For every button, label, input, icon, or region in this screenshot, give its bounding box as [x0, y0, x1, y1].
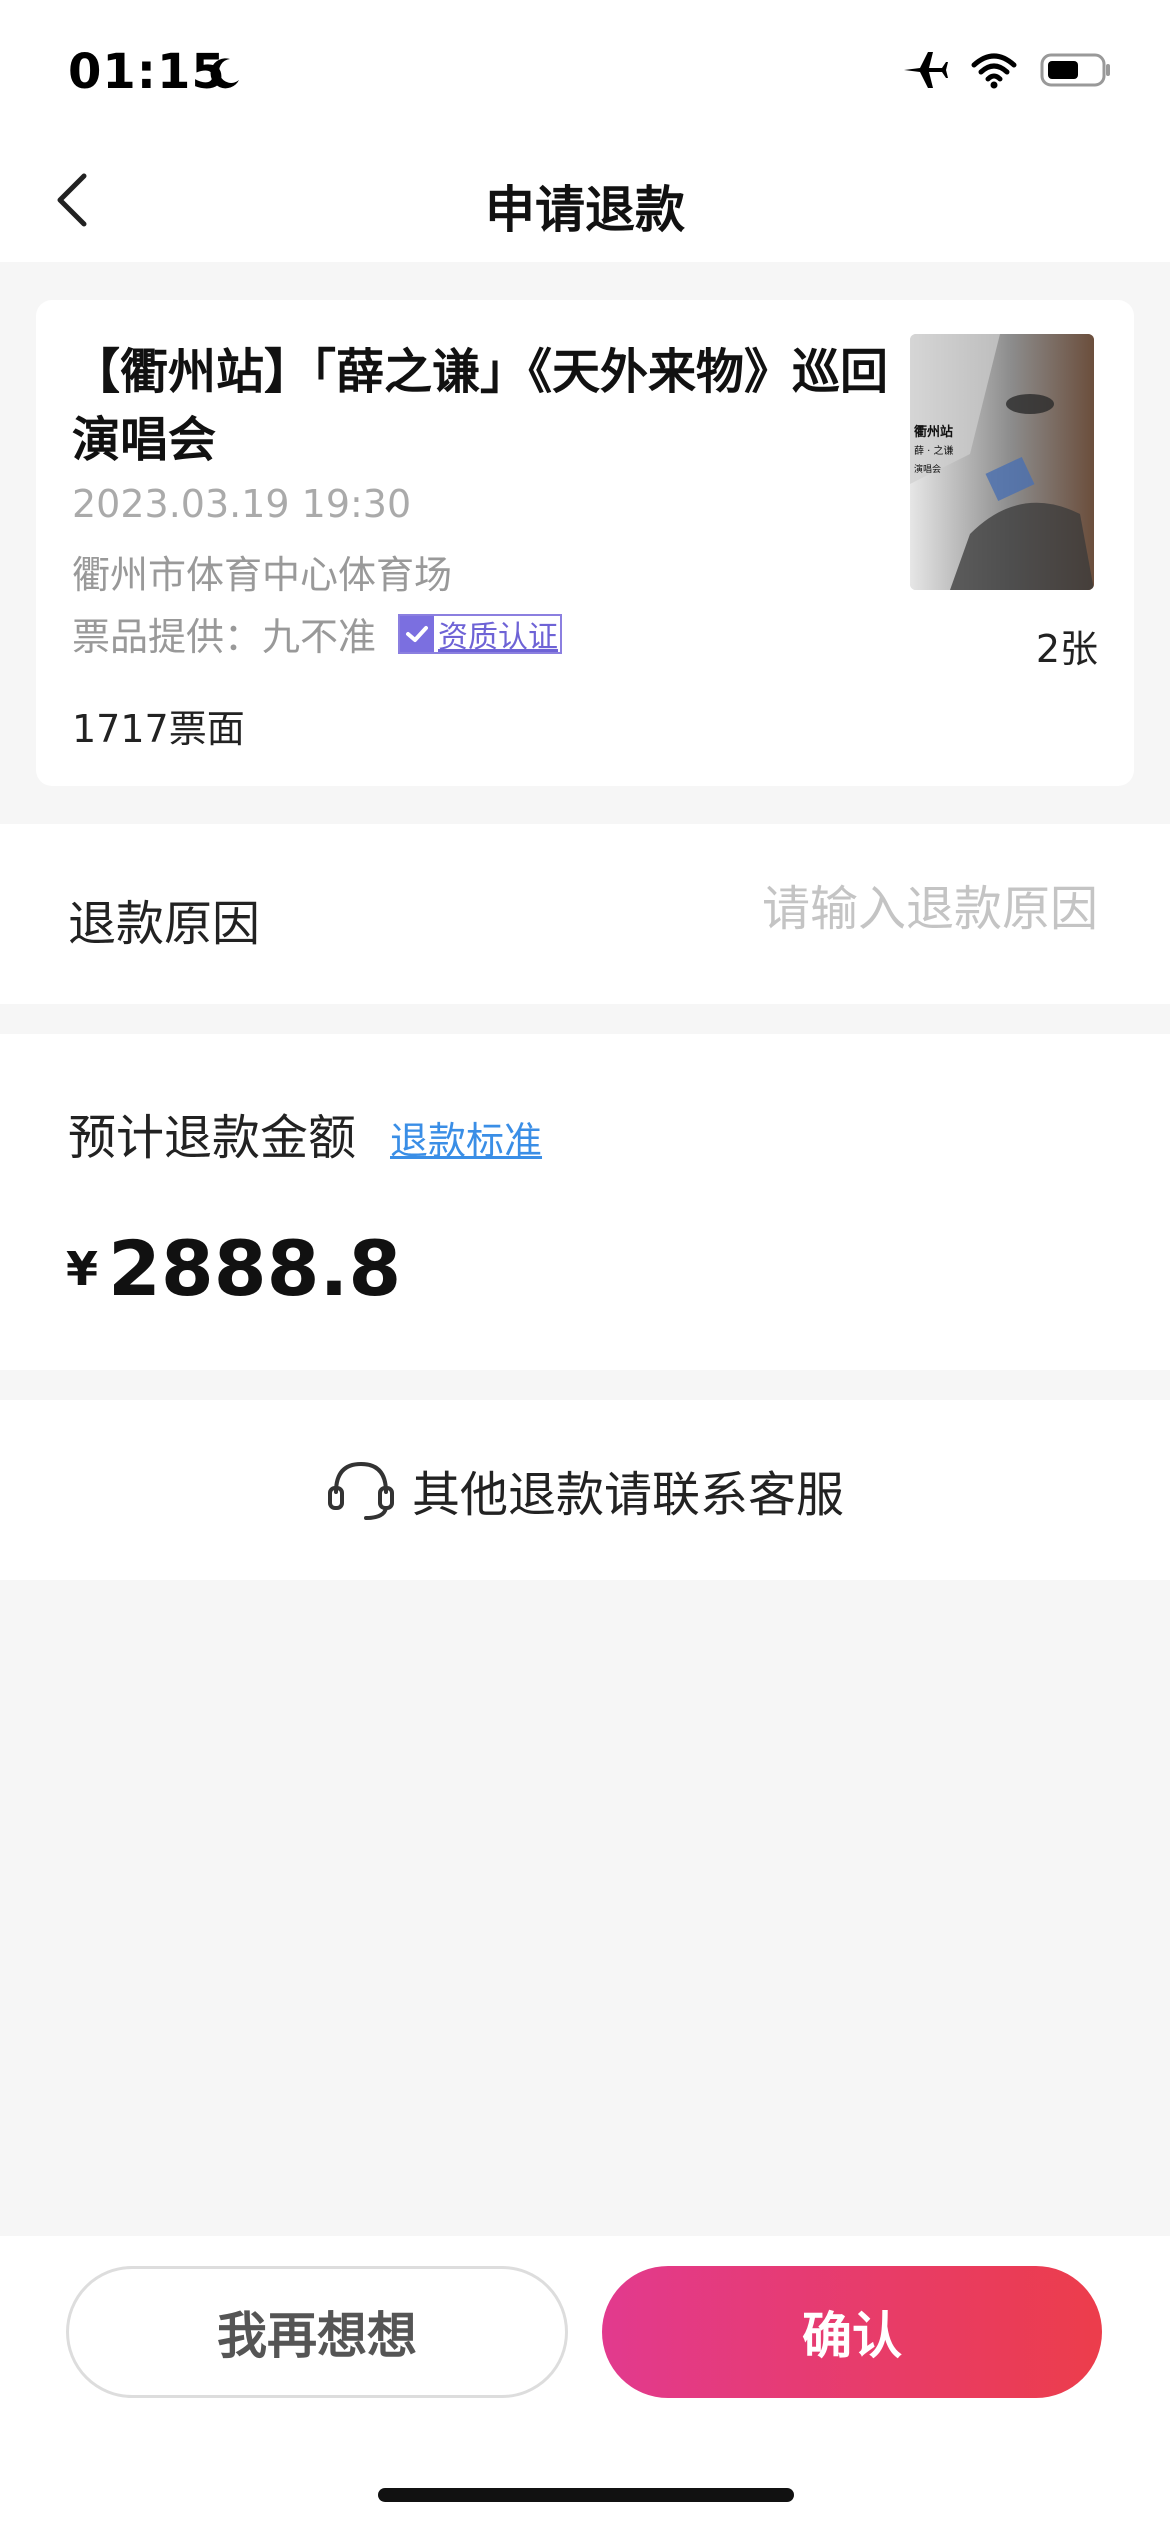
poster-text-3: 演唱会 — [914, 463, 941, 475]
event-title: 【衢州站】「薛之谦」《天外来物》巡回演唱会 — [72, 344, 889, 468]
cert-badge[interactable]: 资质认证 — [398, 613, 563, 655]
refund-reason-label: 退款原因 — [68, 896, 261, 952]
event-poster-image: 衢州站 薛 · 之谦 演唱会 — [910, 334, 1094, 590]
contact-service-label: 其他退款请联系客服 — [411, 1467, 844, 1523]
battery-icon — [1040, 53, 1110, 87]
event-datetime: 2023.03.19 19:30 — [72, 482, 412, 526]
status-icons — [902, 50, 1112, 90]
checkmark-icon — [400, 615, 435, 652]
status-time: 01:15 — [68, 44, 226, 100]
headset-icon — [327, 1461, 394, 1520]
moon-icon — [210, 58, 239, 89]
refund-reason-input[interactable] — [536, 876, 1100, 942]
refund-amount-section: 预计退款金额 退款标准 ¥ 2888.8 — [0, 1034, 1170, 1370]
home-indicator — [378, 2488, 794, 2502]
cancel-button[interactable]: 我再想想 — [66, 2266, 568, 2398]
currency-symbol: ¥ — [66, 1242, 99, 1296]
event-card[interactable]: 【衢州站】「薛之谦」《天外来物》巡回演唱会 2023.03.19 19:30 衢… — [36, 300, 1134, 786]
refund-amount-value: 2888.8 — [108, 1224, 402, 1313]
event-venue: 衢州市体育中心体育场 — [72, 553, 453, 597]
wifi-icon — [971, 53, 1017, 89]
ticket-quantity: 2张 — [1035, 627, 1098, 671]
refund-reason-row: 退款原因 — [0, 824, 1170, 1004]
contact-service-section: 其他退款请联系客服 — [0, 1400, 1170, 1580]
contact-service-button[interactable]: 其他退款请联系客服 — [0, 1400, 1170, 1580]
event-face-value: 1717票面 — [72, 707, 245, 751]
poster-text-1: 衢州站 — [914, 424, 953, 440]
poster-text-2: 薛 · 之谦 — [914, 444, 954, 457]
status-bar: 01:15 — [0, 0, 1170, 140]
event-provider: 票品提供：九不准 — [72, 615, 377, 659]
refund-amount-label: 预计退款金额 — [68, 1110, 357, 1166]
event-provider-row: 票品提供：九不准 资质认证 — [72, 606, 563, 661]
confirm-button[interactable]: 确认 — [602, 2266, 1102, 2398]
cert-label: 资质认证 — [438, 619, 559, 655]
page-title: 申请退款 — [485, 181, 685, 239]
airplane-icon — [904, 52, 948, 88]
nav-bar: 申请退款 — [0, 140, 1170, 262]
refund-policy-link[interactable]: 退款标准 — [390, 1110, 542, 1165]
